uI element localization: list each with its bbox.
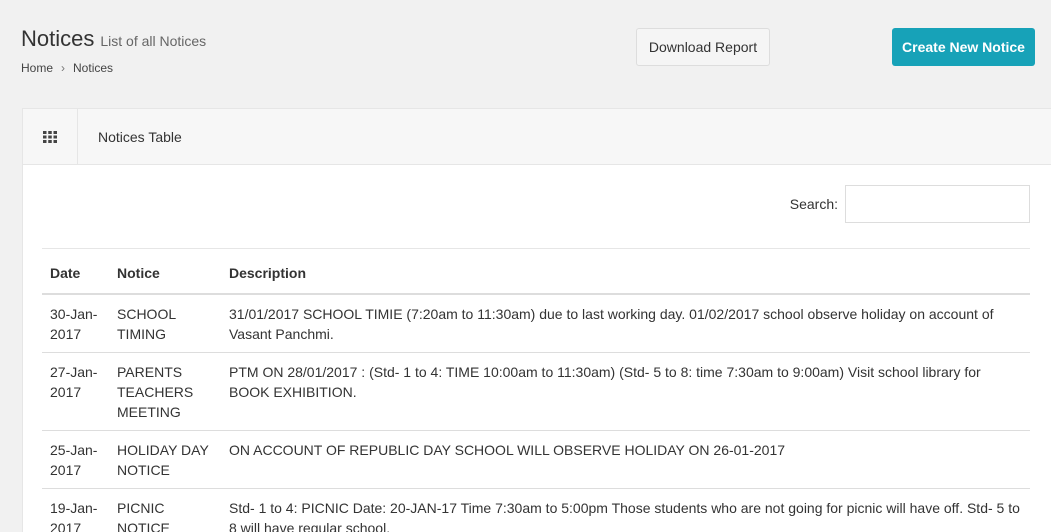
cell-description: PTM ON 28/01/2017 : (Std- 1 to 4: TIME 1…	[221, 352, 1030, 431]
column-header-notice[interactable]: Notice	[109, 248, 221, 295]
cell-date: 30-Jan-2017	[42, 294, 109, 353]
page-title: Notices List of all Notices	[21, 26, 206, 52]
cell-date: 27-Jan-2017	[42, 352, 109, 431]
panel-heading: Notices Table	[23, 108, 1051, 165]
cell-date: 25-Jan-2017	[42, 430, 109, 489]
column-header-description[interactable]: Description	[221, 248, 1030, 295]
table-header-row: Date Notice Description	[42, 248, 1030, 295]
notices-table: Date Notice Description 30-Jan-2017 SCHO…	[42, 248, 1030, 532]
cell-notice: PICNIC NOTICE	[109, 488, 221, 532]
cell-date: 19-Jan-2017	[42, 488, 109, 532]
page-subtitle: List of all Notices	[100, 33, 207, 49]
breadcrumb-current: Notices	[73, 61, 114, 75]
search-label: Search:	[789, 196, 838, 212]
breadcrumb-home-link[interactable]: Home	[21, 61, 53, 75]
page-title-text: Notices	[21, 26, 95, 51]
search-input[interactable]	[845, 185, 1030, 223]
cell-description: Std- 1 to 4: PICNIC Date: 20-JAN-17 Time…	[221, 488, 1030, 532]
cell-description: ON ACCOUNT OF REPUBLIC DAY SCHOOL WILL O…	[221, 430, 1030, 489]
panel-title: Notices Table	[98, 128, 182, 145]
cell-notice: PARENTS TEACHERS MEETING	[109, 352, 221, 431]
column-header-date[interactable]: Date	[42, 248, 109, 295]
breadcrumb-separator-icon: ›	[61, 61, 66, 75]
create-new-notice-button[interactable]: Create New Notice	[892, 28, 1035, 66]
table-row: 27-Jan-2017 PARENTS TEACHERS MEETING PTM…	[42, 352, 1030, 431]
table-row: 30-Jan-2017 SCHOOL TIMING 31/01/2017 SCH…	[42, 294, 1030, 353]
table-row: 19-Jan-2017 PICNIC NOTICE Std- 1 to 4: P…	[42, 488, 1030, 532]
breadcrumb: Home › Notices	[21, 61, 113, 75]
grid-icon	[23, 108, 78, 165]
download-report-button[interactable]: Download Report	[636, 28, 770, 66]
cell-description: 31/01/2017 SCHOOL TIMIE (7:20am to 11:30…	[221, 294, 1030, 353]
cell-notice: HOLIDAY DAY NOTICE	[109, 430, 221, 489]
notices-panel: Notices Table Search: Date Notice Descri…	[22, 108, 1051, 532]
search-row: Search:	[790, 185, 1030, 223]
cell-notice: SCHOOL TIMING	[109, 294, 221, 353]
table-row: 25-Jan-2017 HOLIDAY DAY NOTICE ON ACCOUN…	[42, 430, 1030, 489]
